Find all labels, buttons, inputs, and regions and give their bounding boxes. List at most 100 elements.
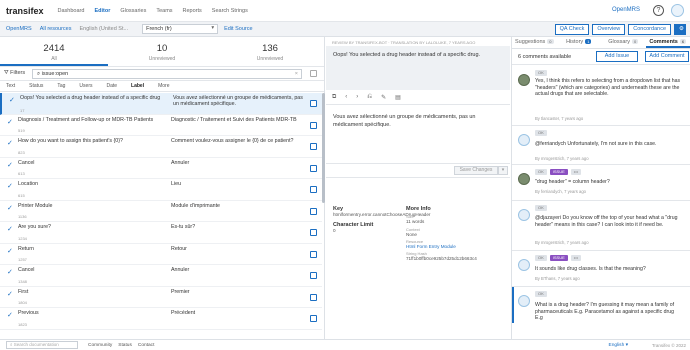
resource-link[interactable]: Html Form Entry Module (406, 244, 481, 249)
string-row[interactable]: ✓ Oops! You selected a drug header inste… (0, 93, 322, 115)
stat-all[interactable]: 2414 All (0, 37, 108, 66)
comment-author: By ferriandych, 7 years ago (535, 189, 586, 194)
filters-button[interactable]: ⛛ Filters (4, 70, 32, 77)
string-row[interactable]: ✓ Are you sure? 1234 Es-tu sûr? (0, 222, 322, 244)
source-string: Location (18, 181, 39, 187)
row-checkbox[interactable] (310, 143, 317, 150)
next-string-icon[interactable]: › (356, 94, 358, 100)
row-checkbox[interactable] (310, 100, 317, 107)
edit-icon[interactable]: ✎ (381, 94, 386, 101)
save-options-chevron-icon[interactable]: ▾ (498, 166, 508, 175)
edit-source-link[interactable]: Edit Source (224, 26, 252, 32)
row-checkbox[interactable] (310, 315, 317, 322)
translation-string: Annuler (171, 159, 190, 166)
stat-unreviewed[interactable]: 10 Unreviewed (108, 37, 216, 66)
comment-text: What is a drug header? I'm guessing it m… (535, 302, 675, 321)
nav-search-strings[interactable]: Search Strings (212, 8, 248, 14)
breadcrumb-project[interactable]: OpenMRS (6, 26, 32, 32)
row-checkbox[interactable] (310, 250, 317, 258)
help-icon[interactable]: ? (653, 5, 664, 16)
add-issue-button[interactable]: Add Issue (596, 51, 638, 62)
editor-toolbar: ⧉ ‹ › ⎌ ✎ ▤ (326, 90, 510, 105)
list-scrollbar[interactable] (322, 93, 325, 203)
string-row[interactable]: ✓ Printer Module 1136 Module d'imprimant… (0, 201, 322, 222)
search-documentation-input[interactable]: ⌕ Search documentation (6, 341, 78, 349)
nav-reports[interactable]: Reports (183, 8, 202, 14)
select-all-checkbox[interactable] (310, 70, 317, 77)
tab-history[interactable]: History 1 (557, 37, 602, 48)
footer-contact-link[interactable]: Contact (138, 343, 155, 348)
col-users[interactable]: Users (79, 83, 92, 89)
comment-author: By BThans, 7 years ago (535, 276, 580, 281)
reviewed-check-icon: ✓ (7, 118, 13, 126)
glossary-icon[interactable]: ▤ (395, 94, 401, 101)
row-checkbox[interactable] (310, 186, 317, 193)
reviewed-check-icon: ✓ (7, 161, 13, 169)
comment-text: Yes, I think this refers to selecting fr… (535, 78, 681, 97)
string-row[interactable]: ✓ Cancel 613 Annuler (0, 158, 322, 179)
clear-search-icon[interactable]: × (295, 71, 298, 77)
row-checkbox[interactable] (310, 293, 317, 301)
col-tag[interactable]: Tag (57, 83, 65, 89)
concordance-button[interactable]: Concordance (628, 24, 671, 35)
string-row[interactable]: ✓ Return 1257 Retour (0, 244, 322, 265)
stat-unreviewed-2[interactable]: 136 Unreviewed (216, 37, 324, 66)
string-key: 613 (18, 171, 25, 176)
breadcrumb-resource[interactable]: All resources (40, 26, 72, 32)
row-checkbox[interactable] (310, 207, 317, 215)
transifex-logo[interactable]: transifex (6, 6, 44, 16)
source-string: Diagnosis / Treatment and Follow-up or M… (18, 116, 154, 123)
row-checkbox[interactable] (310, 121, 317, 129)
organization-switcher[interactable]: OpenMRS (612, 7, 640, 13)
tab-glossary-label: Glossary (608, 39, 630, 45)
nav-teams[interactable]: Teams (156, 8, 172, 14)
comment-menu-icon[interactable]: ••• (570, 255, 581, 261)
footer-community-link[interactable]: Community (88, 343, 112, 348)
comment-text: @ferriandych Unfortunately, I'm not sure… (535, 141, 657, 147)
string-row[interactable]: ✓ Location 615 Lieu (0, 179, 322, 201)
comment-text: @djazayeri Do you know off the top of yo… (535, 215, 678, 228)
col-more[interactable]: More (158, 83, 169, 89)
col-status[interactable]: Status (29, 83, 43, 89)
row-checkbox[interactable] (310, 272, 317, 279)
undo-icon[interactable]: ⎌ (367, 94, 372, 101)
nav-glossaries[interactable]: Glossaries (120, 8, 146, 14)
more-info-label: More Info (406, 206, 431, 212)
comment-menu-icon[interactable]: ••• (570, 169, 581, 175)
col-text[interactable]: Text (6, 83, 15, 89)
copy-source-icon[interactable]: ⧉ (332, 94, 336, 101)
tab-glossary[interactable]: Glossary 0 (601, 37, 646, 48)
translation-string: Comment voulez-vous assigner le {0} de c… (171, 138, 294, 144)
col-label[interactable]: Label (131, 83, 144, 89)
tab-comments[interactable]: Comments 6 (645, 37, 690, 48)
overview-button[interactable]: Overview (592, 24, 626, 35)
comment-item: OK ISSUE ••• "drug header" = column head… (512, 165, 690, 201)
row-checkbox[interactable] (310, 164, 317, 172)
comment-item: OK Yes, I think this refers to selecting… (512, 66, 690, 126)
string-row[interactable]: ✓ How do you want to assign this patient… (0, 136, 322, 158)
user-avatar[interactable] (671, 4, 684, 17)
tab-suggestions[interactable]: Suggestions 0 (512, 37, 557, 48)
settings-gear-icon[interactable]: ⚙ (674, 24, 686, 35)
add-comment-button[interactable]: Add Comment (645, 51, 689, 62)
string-row[interactable]: ✓ First 1804 Premier (0, 287, 322, 308)
avatar (518, 259, 530, 271)
target-language-select[interactable]: French (fr) (142, 24, 219, 34)
translation-textarea[interactable]: Vous avez sélectionné un groupe de médic… (326, 105, 510, 164)
nav-editor[interactable]: Editor (94, 8, 110, 14)
col-date[interactable]: Date (106, 83, 117, 89)
stat-unreviewed-2-count: 136 (262, 43, 278, 54)
footer-language-select[interactable]: English ▾ (609, 343, 628, 348)
save-changes-button[interactable]: Save Changes (454, 166, 498, 175)
nav-dashboard[interactable]: Dashboard (58, 8, 85, 14)
string-row[interactable]: ✓ Previous 1823 Précédent (0, 308, 322, 330)
row-checkbox[interactable] (310, 229, 317, 236)
string-row[interactable]: ✓ Cancel 1348 Annuler (0, 265, 322, 287)
key-value: htmlformentry.error.cannotChooseADrugHea… (333, 212, 431, 217)
previous-string-icon[interactable]: ‹ (345, 94, 347, 100)
string-row[interactable]: ✓ Diagnosis / Treatment and Follow-up or… (0, 115, 322, 136)
top-navigation: transifex Dashboard Editor Glossaries Te… (0, 0, 690, 22)
qa-check-button[interactable]: QA Check (554, 24, 590, 35)
search-input[interactable]: ⌕ issue:open × (32, 68, 302, 79)
footer-status-link[interactable]: Status (118, 343, 132, 348)
